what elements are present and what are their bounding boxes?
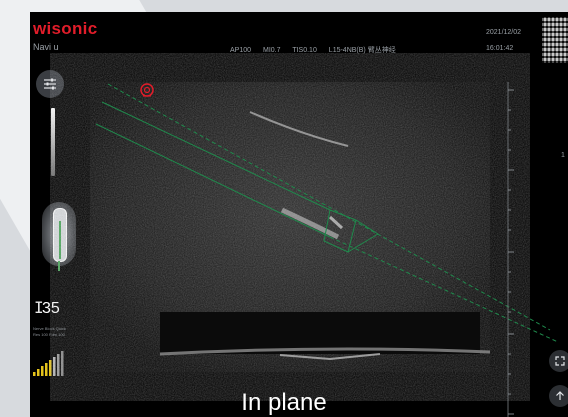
fullscreen-icon bbox=[555, 356, 565, 366]
ultrasound-image[interactable] bbox=[30, 12, 568, 417]
caption-label: In plane bbox=[241, 389, 327, 416]
depth-ruler bbox=[507, 82, 514, 417]
fullscreen-button[interactable] bbox=[549, 350, 568, 372]
device-panel: wisonic Navi u AP100 MI0.7 TIS0.10 L15-4… bbox=[0, 0, 568, 417]
ultrasound-screen: wisonic Navi u AP100 MI0.7 TIS0.10 L15-4… bbox=[30, 12, 568, 417]
ruler-label: 1 bbox=[561, 152, 565, 159]
